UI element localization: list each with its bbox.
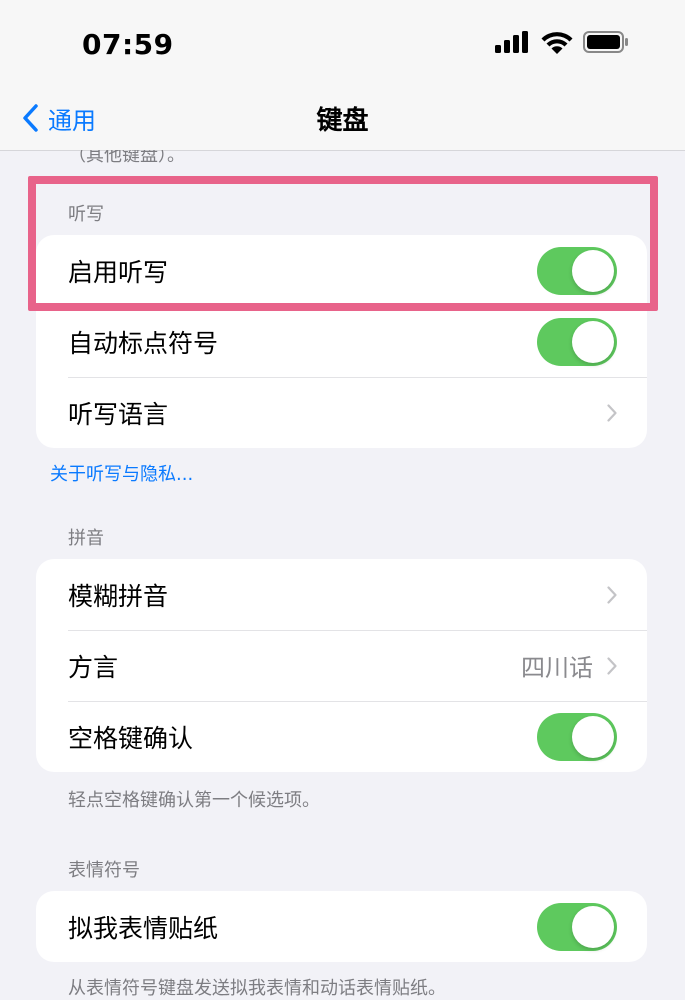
space-confirm-toggle[interactable] [537, 712, 617, 761]
wifi-icon [541, 32, 573, 54]
page-title: 键盘 [316, 106, 369, 136]
fuzzy-pinyin-label: 模糊拼音 [68, 581, 169, 611]
auto-punctuation-label: 自动标点符号 [68, 328, 219, 358]
dictation-language-row[interactable]: 听写语言 [36, 377, 647, 448]
dialect-label: 方言 [68, 652, 119, 682]
dialect-value: 四川话 [521, 654, 593, 682]
toggle-knob [572, 715, 614, 758]
space-confirm-label: 空格键确认 [68, 723, 194, 753]
emoji-group: 拟我表情贴纸 [36, 891, 647, 962]
auto-punctuation-row: 自动标点符号 [36, 306, 647, 377]
auto-punctuation-toggle[interactable] [537, 317, 617, 366]
dictation-section-header: 听写 [68, 204, 104, 225]
cellular-signal-icon [495, 31, 528, 53]
space-confirm-row: 空格键确认 [36, 701, 647, 772]
chevron-right-icon [607, 403, 617, 422]
status-bar: 07:59 [0, 0, 685, 88]
dictation-language-label: 听写语言 [68, 399, 169, 429]
emoji-footer-note: 从表情符号键盘发送拟我表情和动话表情贴纸。 [68, 978, 446, 999]
memoji-stickers-toggle[interactable] [537, 902, 617, 951]
toggle-knob [572, 320, 614, 363]
memoji-stickers-row: 拟我表情贴纸 [36, 891, 647, 962]
status-time: 07:59 [82, 28, 174, 61]
status-icons [495, 30, 629, 54]
toggle-knob [572, 905, 614, 948]
pinyin-section-header: 拼音 [68, 528, 104, 549]
toggle-knob [572, 249, 614, 292]
dialect-row[interactable]: 方言 四川话 [36, 630, 647, 701]
memoji-stickers-label: 拟我表情贴纸 [68, 913, 219, 943]
dictation-privacy-link[interactable]: 关于听写与隐私... [50, 460, 193, 486]
battery-icon [583, 31, 628, 53]
chevron-right-icon [607, 656, 617, 675]
dictation-group: 启用听写 自动标点符号 听写语言 [36, 235, 647, 448]
enable-dictation-toggle[interactable] [537, 246, 617, 295]
pinyin-footer-note: 轻点空格键确认第一个候选项。 [68, 790, 320, 811]
navigation-bar: 通用 键盘 [0, 88, 685, 151]
pinyin-group: 模糊拼音 方言 四川话 空格键确认 [36, 559, 647, 772]
chevron-right-icon [607, 585, 617, 604]
enable-dictation-label: 启用听写 [68, 257, 169, 287]
fuzzy-pinyin-row[interactable]: 模糊拼音 [36, 559, 647, 630]
enable-dictation-row: 启用听写 [36, 235, 647, 306]
emoji-section-header: 表情符号 [68, 860, 140, 881]
